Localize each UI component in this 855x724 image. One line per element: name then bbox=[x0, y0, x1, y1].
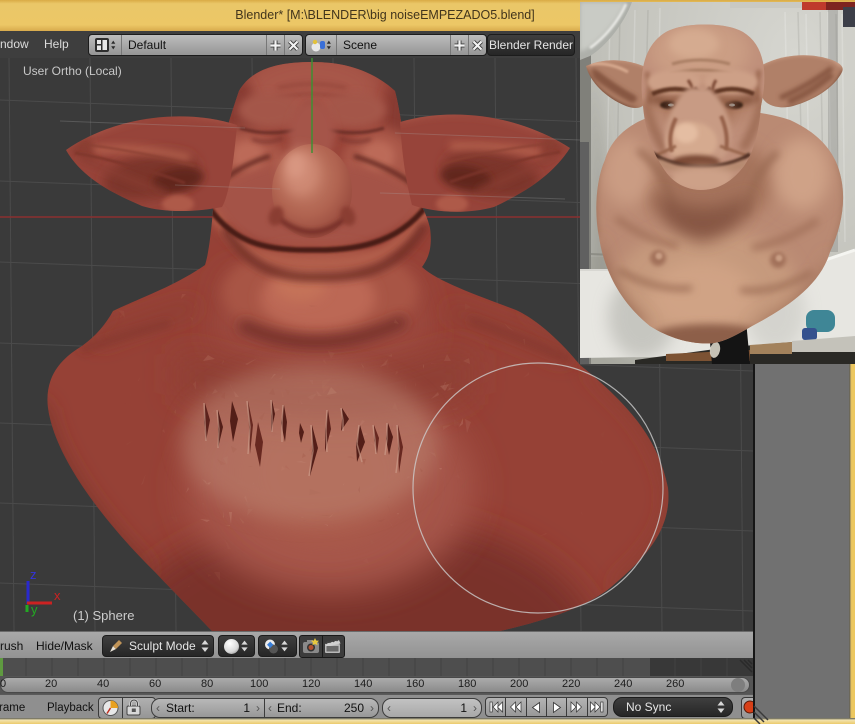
svg-text:z: z bbox=[30, 567, 37, 582]
svg-text:y: y bbox=[31, 602, 38, 617]
svg-text:x: x bbox=[54, 588, 61, 603]
svg-text:(1) Sphere: (1) Sphere bbox=[73, 608, 134, 623]
svg-text:User Ortho (Local): User Ortho (Local) bbox=[23, 64, 122, 78]
